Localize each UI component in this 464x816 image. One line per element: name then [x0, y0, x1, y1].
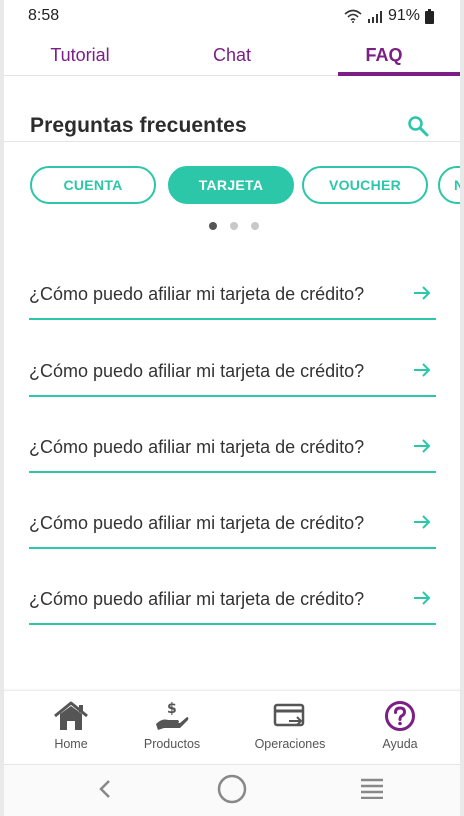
faq-question: ¿Cómo puedo afiliar mi tarjeta de crédit…	[29, 437, 365, 457]
app-screen: 8:58 91% Tutorial Chat FAQ Preguntas fre…	[4, 0, 460, 816]
wifi-icon	[344, 9, 362, 23]
tab-chat[interactable]: Chat	[156, 36, 308, 75]
chip-partial[interactable]: N	[438, 166, 460, 204]
nav-ayuda[interactable]: Ayuda	[345, 691, 455, 763]
home-circle-icon[interactable]	[216, 773, 248, 805]
recent-apps-icon[interactable]	[360, 777, 384, 799]
status-bar: 8:58 91%	[4, 0, 460, 32]
pagination-dot	[209, 222, 217, 230]
battery-percent: 91%	[387, 7, 420, 24]
faq-question: ¿Cómo puedo afiliar mi tarjeta de crédit…	[29, 361, 365, 381]
chip-tarjeta[interactable]: TARJETA	[168, 166, 294, 204]
category-chips: CUENTA TARJETA VOUCHER N	[30, 166, 460, 206]
arrow-right-icon	[414, 439, 431, 453]
help-icon	[384, 699, 416, 733]
faq-question: ¿Cómo puedo afiliar mi tarjeta de crédit…	[29, 589, 365, 609]
faq-item[interactable]: ¿Cómo puedo afiliar mi tarjeta de crédit…	[29, 276, 436, 320]
faq-question: ¿Cómo puedo afiliar mi tarjeta de crédit…	[29, 284, 365, 304]
operations-icon	[273, 699, 307, 733]
arrow-right-icon	[414, 363, 431, 377]
nav-home-label: Home	[54, 737, 88, 751]
nav-productos-label: Productos	[143, 737, 201, 751]
arrow-right-icon	[414, 515, 431, 529]
search-icon[interactable]	[406, 114, 430, 138]
signal-icon	[367, 10, 382, 23]
nav-ayuda-label: Ayuda	[382, 737, 418, 751]
faq-header: Preguntas frecuentes	[4, 100, 460, 142]
page-title: Preguntas frecuentes	[30, 114, 247, 137]
bottom-nav: Home $ Productos Operaciones Ayuda	[4, 690, 460, 762]
products-icon: $	[154, 699, 190, 733]
faq-item[interactable]: ¿Cómo puedo afiliar mi tarjeta de crédit…	[29, 581, 436, 625]
system-nav-bar	[4, 764, 460, 816]
nav-operaciones[interactable]: Operaciones	[235, 691, 345, 763]
chip-cuenta[interactable]: CUENTA	[30, 166, 156, 204]
svg-text:$: $	[167, 701, 177, 717]
faq-question: ¿Cómo puedo afiliar mi tarjeta de crédit…	[29, 513, 365, 533]
tab-tutorial[interactable]: Tutorial	[4, 36, 156, 75]
nav-home[interactable]: Home	[16, 691, 126, 763]
faq-item[interactable]: ¿Cómo puedo afiliar mi tarjeta de crédit…	[29, 429, 436, 473]
home-icon	[53, 699, 89, 733]
back-icon[interactable]	[98, 779, 112, 799]
status-time: 8:58	[28, 7, 60, 24]
top-tabs: Tutorial Chat FAQ	[4, 36, 460, 76]
status-icons: 91%	[344, 7, 434, 25]
arrow-right-icon	[414, 286, 431, 300]
pagination-dot	[251, 222, 259, 230]
tab-faq[interactable]: FAQ	[308, 36, 460, 76]
arrow-right-icon	[414, 591, 431, 605]
faq-item[interactable]: ¿Cómo puedo afiliar mi tarjeta de crédit…	[29, 505, 436, 549]
faq-item[interactable]: ¿Cómo puedo afiliar mi tarjeta de crédit…	[29, 353, 436, 397]
chip-pagination	[209, 222, 259, 230]
pagination-dot	[230, 222, 238, 230]
nav-productos[interactable]: $ Productos	[117, 691, 227, 763]
chip-voucher[interactable]: VOUCHER	[302, 166, 428, 204]
nav-operaciones-label: Operaciones	[254, 737, 326, 751]
battery-icon	[425, 8, 434, 24]
